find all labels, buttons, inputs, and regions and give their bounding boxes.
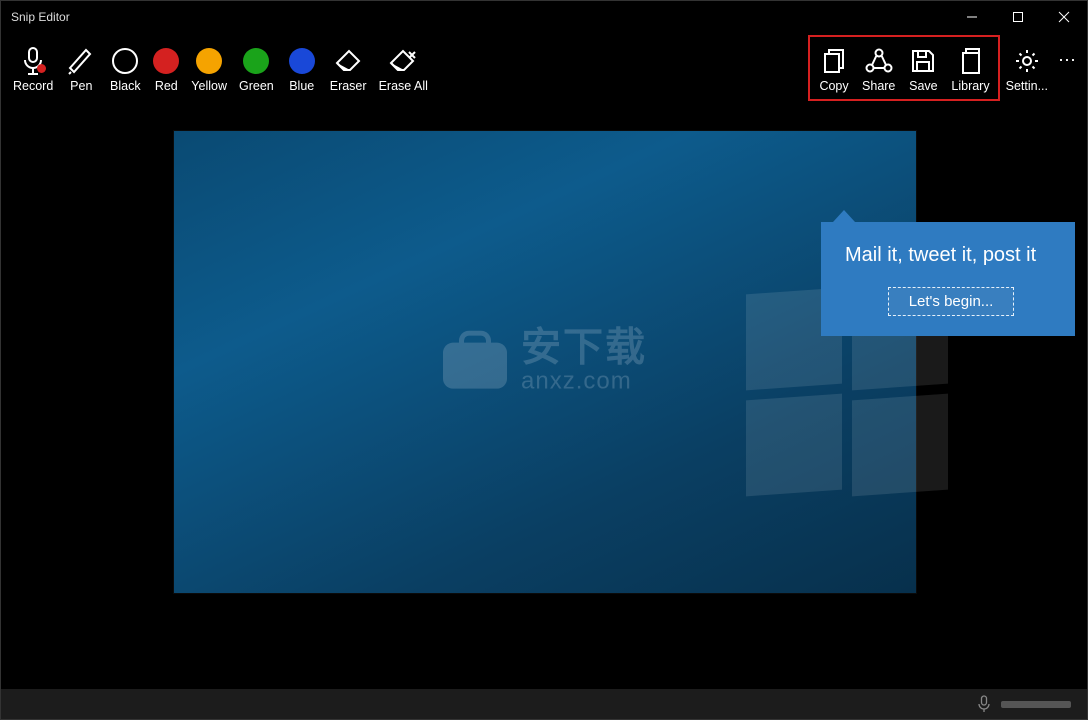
window-controls — [949, 1, 1087, 33]
more-icon: ⋯ — [1058, 44, 1077, 78]
volume-indicator[interactable] — [1001, 701, 1071, 708]
record-dot-icon — [37, 64, 46, 73]
bag-icon — [443, 333, 507, 389]
copy-tool[interactable]: Copy — [812, 35, 856, 101]
yellow-circle-icon — [196, 48, 222, 74]
maximize-button[interactable] — [995, 1, 1041, 33]
captured-snip[interactable]: 安下载 anxz.com — [174, 131, 916, 593]
library-label: Library — [951, 79, 989, 93]
share-label: Share — [862, 79, 895, 93]
more-tool[interactable]: ⋯ — [1054, 35, 1081, 101]
share-icon — [865, 44, 893, 78]
green-label: Green — [239, 79, 274, 93]
settings-tool[interactable]: Settin... — [1000, 35, 1054, 101]
red-circle-icon — [153, 48, 179, 74]
library-icon — [959, 44, 983, 78]
minimize-button[interactable] — [949, 1, 995, 33]
highlighted-toolbar-group: Copy Share Save — [808, 35, 1000, 101]
copy-icon — [821, 44, 847, 78]
pen-label: Pen — [70, 79, 92, 93]
save-tool[interactable]: Save — [901, 35, 945, 101]
color-black[interactable]: Black — [103, 35, 147, 101]
canvas-area[interactable]: 安下载 anxz.com Mail it, tweet it, post it … — [1, 103, 1087, 689]
share-tooltip: Mail it, tweet it, post it Let's begin..… — [821, 222, 1075, 336]
tooltip-title: Mail it, tweet it, post it — [845, 244, 1057, 267]
watermark-en: anxz.com — [521, 370, 647, 394]
blue-label: Blue — [289, 79, 314, 93]
color-green[interactable]: Green — [233, 35, 280, 101]
title-bar: Snip Editor — [1, 1, 1087, 33]
black-label: Black — [110, 79, 141, 93]
watermark-zh: 安下载 — [521, 328, 647, 368]
green-circle-icon — [243, 48, 269, 74]
record-label: Record — [13, 79, 53, 93]
eraser-icon — [334, 44, 362, 78]
record-tool[interactable]: Record — [7, 35, 59, 101]
copy-label: Copy — [819, 79, 848, 93]
erase-all-label: Erase All — [379, 79, 428, 93]
blue-circle-icon — [289, 48, 315, 74]
watermark: 安下载 anxz.com — [443, 328, 647, 394]
toolbar-right: Copy Share Save — [808, 35, 1081, 101]
toolbar: Record Pen Black Red Yellow Green Blue — [1, 33, 1087, 103]
status-bar — [1, 689, 1087, 719]
share-tool[interactable]: Share — [856, 35, 901, 101]
gear-icon — [1013, 44, 1041, 78]
color-blue[interactable]: Blue — [280, 35, 324, 101]
pen-icon — [68, 44, 94, 78]
close-button[interactable] — [1041, 1, 1087, 33]
tooltip-begin-button[interactable]: Let's begin... — [888, 287, 1015, 316]
save-icon — [910, 44, 936, 78]
library-tool[interactable]: Library — [945, 35, 995, 101]
microphone-status-icon — [977, 695, 991, 713]
pen-tool[interactable]: Pen — [59, 35, 103, 101]
settings-label: Settin... — [1006, 79, 1048, 93]
erase-all-icon — [388, 44, 418, 78]
black-circle-icon — [112, 48, 138, 74]
red-label: Red — [155, 79, 178, 93]
eraser-label: Eraser — [330, 79, 367, 93]
color-red[interactable]: Red — [147, 35, 185, 101]
erase-all-tool[interactable]: Erase All — [373, 35, 434, 101]
eraser-tool[interactable]: Eraser — [324, 35, 373, 101]
save-label: Save — [909, 79, 938, 93]
yellow-label: Yellow — [191, 79, 227, 93]
microphone-icon — [20, 44, 46, 78]
window-title: Snip Editor — [11, 10, 70, 24]
color-yellow[interactable]: Yellow — [185, 35, 233, 101]
more-label — [1066, 79, 1069, 93]
